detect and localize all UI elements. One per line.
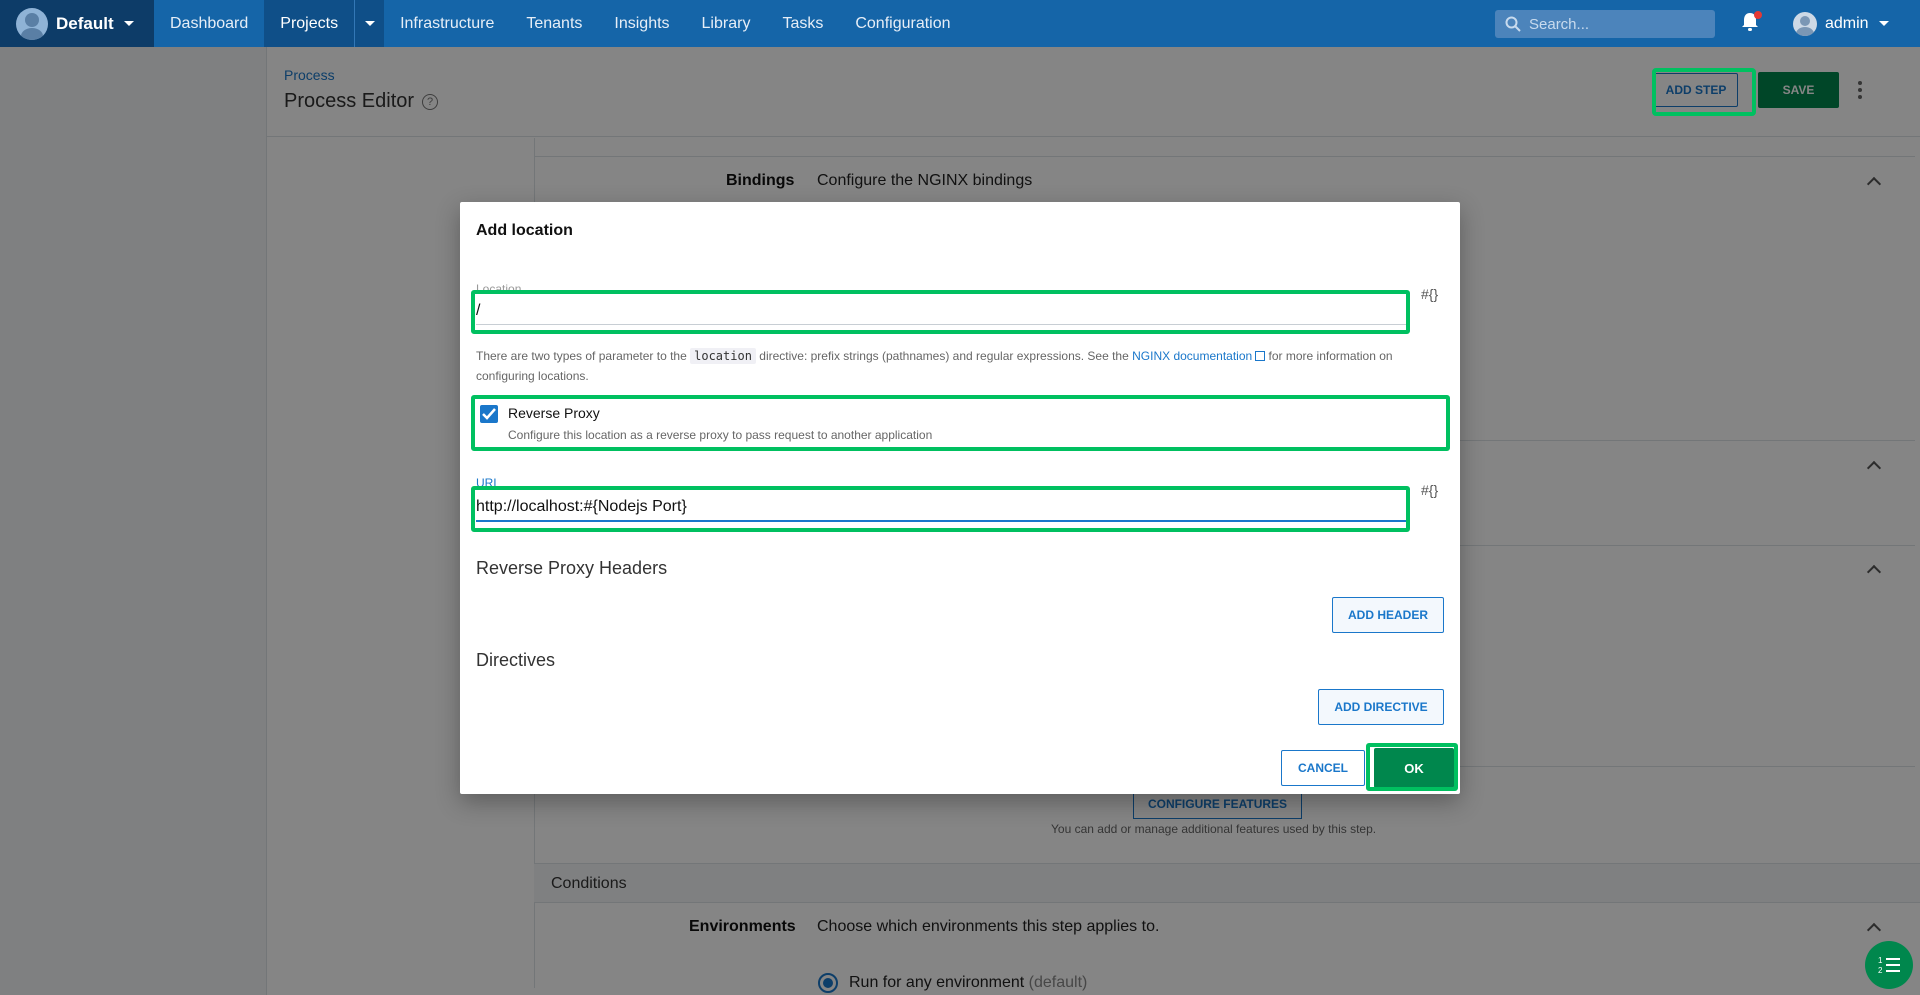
help-text-part: directive: prefix strings (pathnames) an…: [759, 349, 1129, 363]
svg-text:2: 2: [1878, 966, 1883, 974]
user-name: admin: [1825, 14, 1869, 32]
chevron-down-icon: [364, 21, 375, 26]
variable-insert-icon[interactable]: #{}: [1421, 286, 1438, 302]
cancel-button[interactable]: CANCEL: [1281, 750, 1365, 786]
nav-dashboard[interactable]: Dashboard: [154, 0, 264, 47]
highlight-location-field: [471, 290, 1410, 334]
highlight-url-field: [471, 486, 1410, 532]
variable-insert-icon[interactable]: #{}: [1421, 482, 1438, 498]
highlight-reverse-proxy: [471, 395, 1450, 451]
space-switcher[interactable]: Default: [0, 0, 154, 47]
search-placeholder: Search...: [1529, 15, 1590, 33]
directives-title: Directives: [476, 650, 556, 670]
help-text-part: There are two types of parameter to the: [476, 349, 687, 363]
numbered-list-icon: 12: [1878, 956, 1900, 974]
projects-menu-toggle[interactable]: [354, 0, 385, 47]
reverse-proxy-headers-title: Reverse Proxy Headers: [476, 558, 668, 578]
svg-text:1: 1: [1878, 956, 1883, 965]
add-header-button[interactable]: ADD HEADER: [1332, 597, 1444, 633]
search-input[interactable]: Search...: [1495, 10, 1715, 38]
highlight-ok-button: [1366, 743, 1458, 791]
nav-projects[interactable]: Projects: [264, 0, 355, 47]
chevron-down-icon: [1878, 21, 1889, 26]
nav-infrastructure[interactable]: Infrastructure: [384, 0, 510, 47]
notification-badge: [1754, 11, 1762, 19]
chevron-down-icon: [123, 21, 134, 26]
add-directive-button[interactable]: ADD DIRECTIVE: [1318, 689, 1444, 725]
step-list-fab[interactable]: 12: [1865, 941, 1913, 989]
highlight-add-step: [1652, 68, 1756, 116]
space-name: Default: [56, 13, 114, 33]
nav-insights[interactable]: Insights: [598, 0, 685, 47]
external-link-icon: [1255, 351, 1266, 361]
search-icon: [1505, 16, 1521, 32]
user-menu[interactable]: admin: [1793, 0, 1889, 47]
nav-tenants[interactable]: Tenants: [510, 0, 598, 47]
location-help-text: There are two types of parameter to the …: [476, 346, 1436, 386]
space-avatar-icon: [16, 7, 48, 40]
user-avatar-icon: [1793, 11, 1817, 36]
help-code: location: [690, 348, 756, 364]
dialog-title: Add location: [476, 222, 573, 239]
nav-tasks[interactable]: Tasks: [766, 0, 839, 47]
nginx-docs-link[interactable]: NGINX documentation: [1132, 349, 1252, 363]
nav-library[interactable]: Library: [686, 0, 767, 47]
nav-configuration[interactable]: Configuration: [839, 0, 966, 47]
